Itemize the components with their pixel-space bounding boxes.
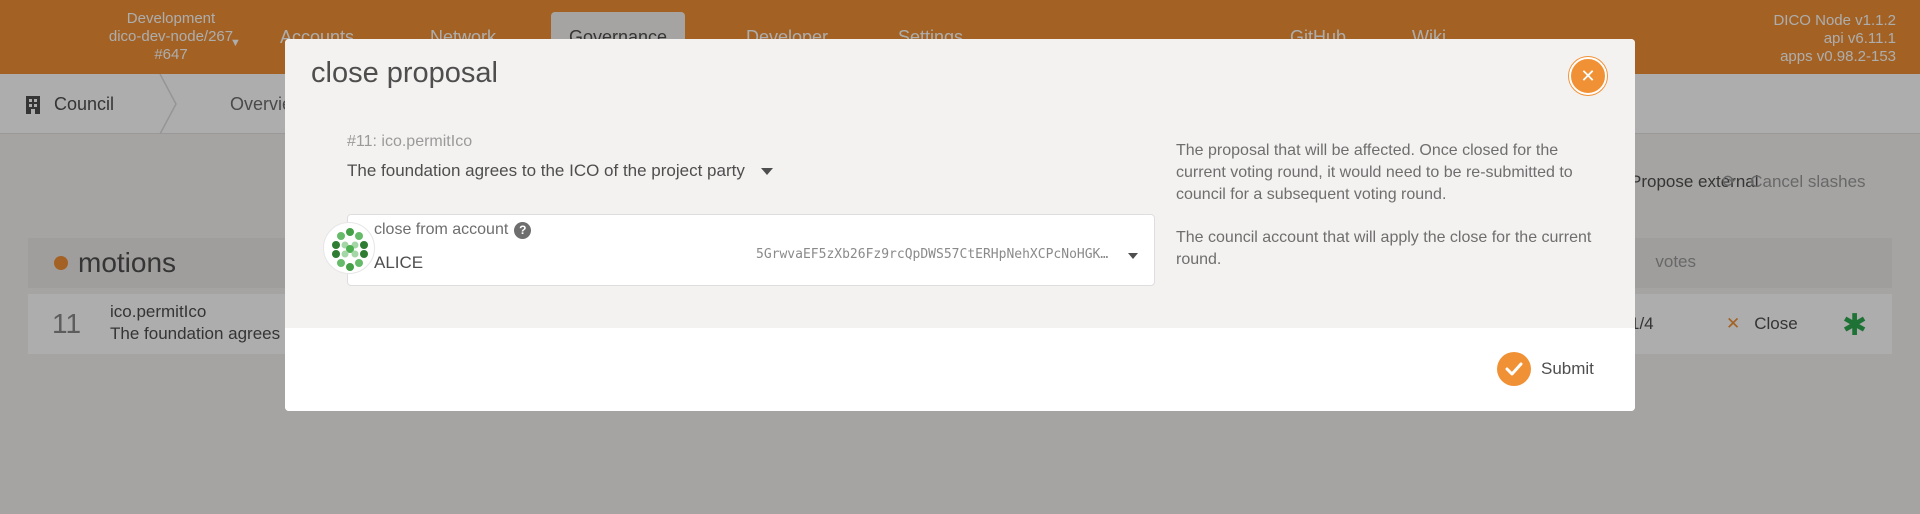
modal-header: close proposal ✕: [285, 39, 1635, 103]
close-icon: ✕: [1580, 65, 1596, 86]
account-help-text: The council account that will apply the …: [1176, 229, 1592, 268]
chevron-down-icon: [1128, 253, 1138, 259]
submit-label: Submit: [1541, 359, 1594, 378]
modal-body: #11: ico.permitIco The foundation agrees…: [285, 103, 1635, 328]
account-field-label: close from account ?: [374, 221, 532, 239]
proposal-label: #11: ico.permitIco: [347, 133, 473, 150]
account-address: 5GrwvaEF5zXb26Fz9rcQpDWS57CtERHpNehXCPcN…: [756, 247, 1116, 262]
chevron-down-icon: [760, 167, 773, 175]
account-dropdown[interactable]: close from account ? ALICE 5GrwvaEF5zXb2…: [347, 214, 1155, 286]
account-label-text: close from account: [374, 221, 509, 238]
proposal-value: The foundation agrees to the ICO of the …: [347, 161, 745, 180]
modal-close-button[interactable]: ✕: [1569, 57, 1607, 95]
proposal-help-text: The proposal that will be affected. Once…: [1176, 142, 1573, 203]
proposal-dropdown[interactable]: The foundation agrees to the ICO of the …: [347, 161, 773, 181]
modal-title: close proposal: [311, 57, 498, 89]
check-icon: [1497, 352, 1531, 386]
help-icon[interactable]: ?: [514, 221, 532, 239]
account-name: ALICE: [374, 253, 424, 272]
identicon-graphic: [332, 228, 368, 271]
close-proposal-modal: close proposal ✕ #11: ico.permitIco The …: [285, 39, 1635, 411]
identicon-icon[interactable]: [323, 222, 375, 274]
modal-footer: Submit: [285, 328, 1635, 411]
submit-button[interactable]: Submit: [1497, 352, 1594, 386]
